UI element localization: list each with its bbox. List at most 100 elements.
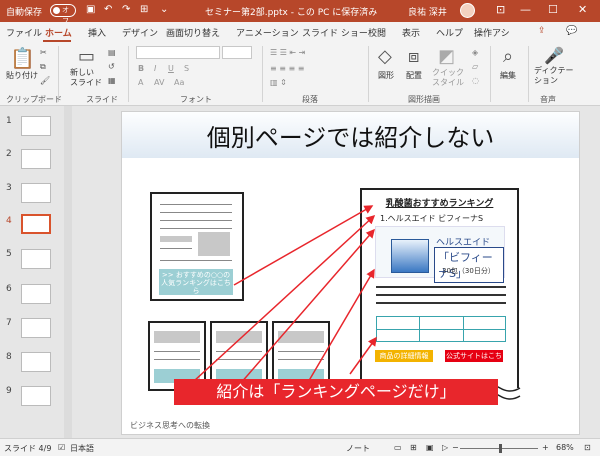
comments-icon[interactable]: 💬	[566, 26, 577, 36]
slide-thumbnail-2[interactable]	[21, 149, 51, 169]
zoom-level[interactable]: 68%	[556, 443, 574, 452]
quick-style-icon[interactable]: ◩	[438, 46, 455, 67]
group-label-voice: 音声	[540, 95, 556, 104]
avatar[interactable]	[460, 3, 475, 18]
thumb-number: 2	[6, 149, 12, 159]
tab-slideshow[interactable]: スライド ショー	[302, 26, 368, 39]
slide-thumbnail-6[interactable]	[21, 284, 51, 304]
cut-icon[interactable]: ✂	[40, 48, 47, 57]
reset-icon[interactable]: ↺	[108, 62, 115, 71]
section-icon[interactable]: ▦	[108, 76, 116, 85]
tab-file[interactable]: ファイル	[6, 26, 42, 39]
sorter-view-icon[interactable]: ⊞	[410, 443, 417, 452]
arrow	[233, 205, 374, 286]
spellcheck-icon[interactable]: ☑	[58, 443, 65, 452]
ribbon-tabs: ファイル ホーム 挿入 デザイン 画面切り替え アニメーション スライド ショー…	[0, 22, 600, 42]
microphone-icon[interactable]: 🎤	[544, 46, 564, 65]
align-icon[interactable]: ≡ ≡ ≡ ≡	[270, 64, 304, 73]
group-label-slides: スライド	[86, 95, 118, 104]
change-case-icon[interactable]: Aa	[174, 78, 184, 87]
shapes-icon[interactable]: ◇	[378, 46, 392, 67]
tab-insert[interactable]: 挿入	[88, 26, 106, 39]
slide-footer: ビジネス思考への転換	[130, 421, 210, 430]
arrow	[306, 268, 375, 385]
quick-style-button[interactable]: クイック スタイル	[432, 68, 464, 88]
thumb-number: 6	[6, 284, 12, 294]
separator	[262, 46, 263, 102]
italic-icon[interactable]: I	[154, 64, 156, 73]
font-name-select[interactable]	[136, 46, 220, 59]
bullets-icon[interactable]: ☰ ☰ ⇤ ⇥	[270, 48, 305, 57]
font-color-icon[interactable]: A	[138, 78, 143, 87]
ribbon-display-icon[interactable]: ⊡	[496, 3, 505, 16]
shape-effects-icon[interactable]: ◌	[472, 76, 479, 85]
slide-thumbnail-8[interactable]	[21, 352, 51, 372]
bold-icon[interactable]: B	[138, 64, 144, 73]
zoom-out-icon[interactable]: −	[452, 443, 459, 452]
slide-thumbnail-7[interactable]	[21, 318, 51, 338]
zoom-in-icon[interactable]: +	[542, 443, 549, 452]
language-indicator[interactable]: 日本語	[70, 443, 94, 454]
slide-counter: スライド 4/9	[4, 444, 52, 453]
slide-thumbnail-4[interactable]	[21, 214, 51, 234]
thumb-number: 7	[6, 318, 12, 328]
arrange-icon[interactable]: ⧈	[408, 46, 419, 67]
dictation-button[interactable]: ディクテー ション	[534, 66, 573, 86]
new-slide-icon[interactable]: ▭	[78, 46, 95, 67]
undo-icon[interactable]: ↶	[104, 4, 112, 15]
reading-view-icon[interactable]: ▣	[426, 443, 434, 452]
status-bar: スライド 4/9 ☑ 日本語 ノート ▭ ⊞ ▣ ▷ − + 68% ⊡	[0, 438, 600, 456]
shape-fill-icon[interactable]: ◈	[472, 48, 478, 57]
tab-animations[interactable]: アニメーション	[236, 26, 299, 39]
ribbon: 📋 貼り付け ✂ ⧉ 🖌 ▭ 新しい スライド ▤ ↺ ▦ B I U S A …	[0, 42, 600, 106]
tab-home[interactable]: ホーム	[45, 26, 72, 39]
thumb-number: 1	[6, 116, 12, 126]
arrow	[239, 228, 375, 385]
customize-icon[interactable]: ⌄	[160, 4, 168, 15]
slide-thumbnail-9[interactable]	[21, 386, 51, 406]
paste-icon[interactable]: 📋	[10, 46, 35, 70]
shapes-button[interactable]: 図形	[378, 70, 394, 81]
tab-design[interactable]: デザイン	[122, 26, 158, 39]
shape-outline-icon[interactable]: ▱	[472, 62, 478, 71]
minimize-button[interactable]: —	[520, 3, 531, 16]
copy-icon[interactable]: ⧉	[40, 62, 46, 72]
char-spacing-icon[interactable]: AV	[154, 78, 164, 87]
autosave-toggle[interactable]: オフ	[50, 4, 76, 25]
underline-icon[interactable]: U	[168, 64, 174, 73]
shadow-icon[interactable]: S	[184, 64, 189, 73]
arrow	[349, 336, 377, 375]
separator	[128, 46, 129, 102]
layout-icon[interactable]: ▤	[108, 48, 116, 57]
normal-view-icon[interactable]: ▭	[394, 443, 402, 452]
tab-view[interactable]: 表示	[402, 26, 420, 39]
separator	[528, 46, 529, 102]
paste-button[interactable]: 貼り付け	[6, 70, 38, 81]
slide-thumbnail-1[interactable]	[21, 116, 51, 136]
new-slide-button[interactable]: 新しい スライド	[70, 68, 102, 88]
slide-thumbnail-3[interactable]	[21, 183, 51, 203]
slideshow-icon[interactable]: ⊞	[140, 4, 148, 15]
columns-icon[interactable]: ▥ ⇕	[270, 78, 287, 87]
notes-button[interactable]: ノート	[346, 443, 370, 454]
redo-icon[interactable]: ↷	[122, 4, 130, 15]
maximize-button[interactable]: ☐	[548, 3, 558, 16]
slide-thumbnail-5[interactable]	[21, 249, 51, 269]
format-painter-icon[interactable]: 🖌	[40, 76, 50, 85]
tab-help[interactable]: ヘルプ	[436, 26, 463, 39]
zoom-slider-knob[interactable]	[499, 444, 502, 453]
tab-transitions[interactable]: 画面切り替え	[166, 26, 220, 39]
autosave-label: 自動保存	[6, 8, 43, 18]
arrange-button[interactable]: 配置	[406, 70, 422, 81]
slideshow-view-icon[interactable]: ▷	[442, 443, 448, 452]
tab-review[interactable]: 校閲	[368, 26, 386, 39]
find-icon[interactable]: ⌕	[503, 46, 513, 67]
tell-me-input[interactable]: 操作アシ	[474, 26, 510, 39]
share-icon[interactable]: ⇪	[538, 26, 546, 36]
font-size-select[interactable]	[222, 46, 252, 59]
edit-button[interactable]: 編集	[500, 70, 516, 81]
thumbnail-scrollbar[interactable]	[64, 106, 72, 438]
save-icon[interactable]: ▣	[86, 4, 95, 15]
close-button[interactable]: ✕	[578, 3, 587, 16]
fit-to-window-icon[interactable]: ⊡	[584, 443, 591, 452]
